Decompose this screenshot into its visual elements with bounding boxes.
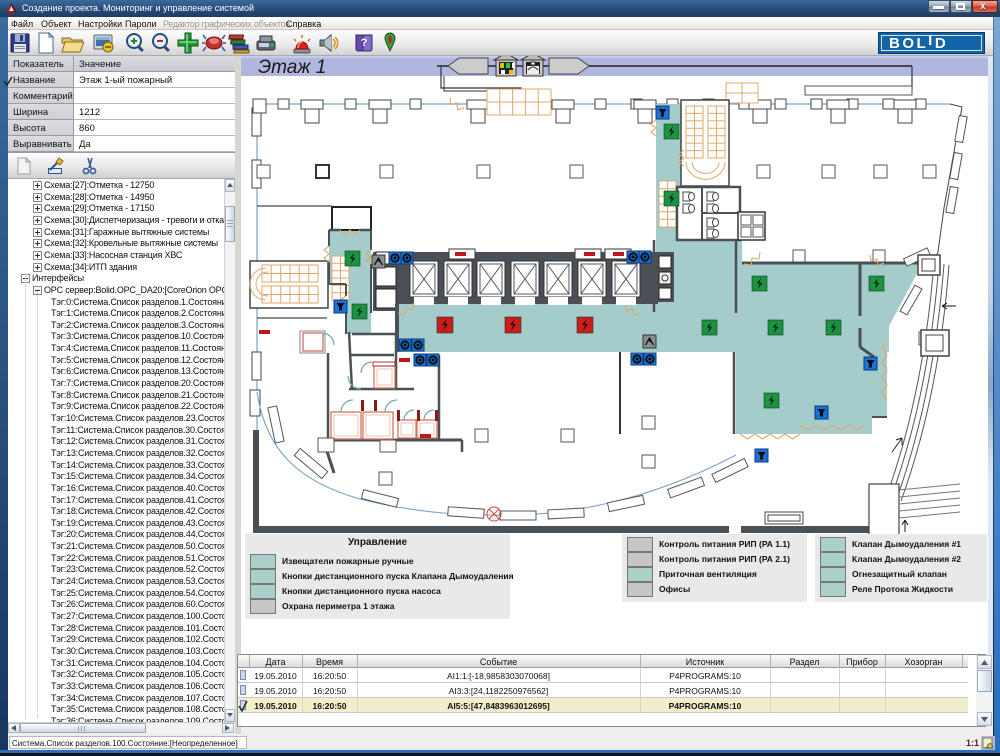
- svg-text:?: ?: [361, 37, 368, 49]
- svg-text:Этаж 1: Этаж 1: [258, 57, 326, 78]
